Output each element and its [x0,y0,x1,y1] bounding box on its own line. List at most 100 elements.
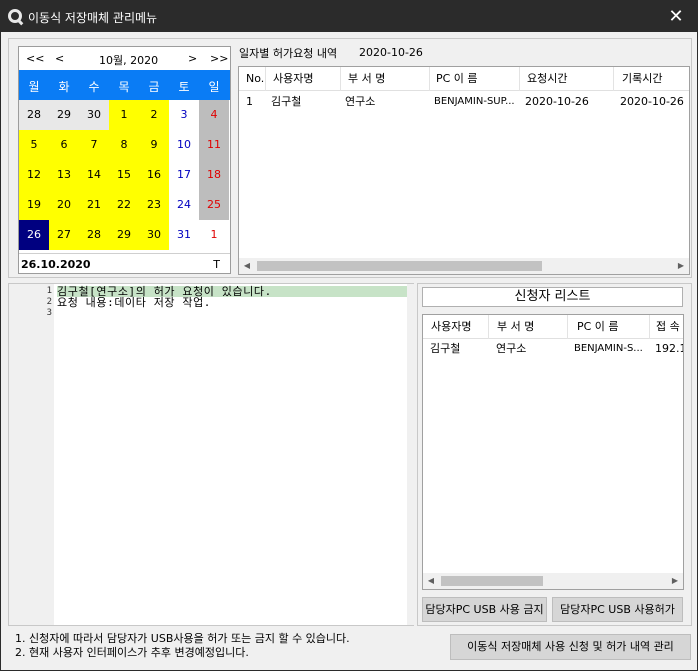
next-month-button[interactable]: > [188,52,197,65]
main-window: 이동식 저장매체 관리메뉴 ✕ << < 10월, 2020 > >> 월 화 수 목… [0,0,698,671]
column-header[interactable]: 접 속 [650,315,683,339]
calendar-day[interactable]: 4 [199,100,229,130]
today-button[interactable]: T [213,258,220,271]
selected-date: 26.10.2020 [21,258,91,271]
calendar-day[interactable]: 26 [19,220,49,250]
calendar-header: << < 10월, 2020 > >> [19,47,230,70]
column-header[interactable]: 사용자명 [266,67,341,91]
search-icon [8,9,22,23]
notes: 1. 신청자에 따라서 담당자가 USB사용을 허가 또는 금지 할 수 있습니… [15,632,350,660]
calendar-day[interactable]: 12 [19,160,49,190]
scroll-right-icon[interactable]: ▶ [669,575,681,587]
column-header[interactable]: 부 서 명 [341,67,430,91]
note-line: 1. 신청자에 따라서 담당자가 USB사용을 허가 또는 금지 할 수 있습니… [15,632,350,645]
scroll-right-icon[interactable]: ▶ [675,260,687,272]
calendar-day[interactable]: 1 [199,220,229,250]
calendar[interactable]: << < 10월, 2020 > >> 월화수목금토일 28 29 30 1 2 3 4 5 6… [18,46,231,274]
close-button[interactable]: ✕ [655,1,697,32]
column-header[interactable]: 기록시간 [614,67,689,91]
table-cell: 김구철 [271,95,302,108]
message-editor[interactable]: 1 2 3 김구철[연구소]의 허가 요청이 있습니다. 요청 내용:데이타 저… [8,283,414,626]
calendar-day[interactable]: 31 [169,220,199,250]
calendar-day[interactable]: 18 [199,160,229,190]
calendar-day[interactable]: 23 [139,190,169,220]
calendar-day[interactable]: 30 [79,100,109,130]
calendar-footer: 26.10.2020 T [19,253,230,273]
column-header[interactable]: PC 이 름 [430,67,520,91]
table-cell: 2020-10-26 [525,95,589,108]
title-bar: 이동식 저장매체 관리메뉴 ✕ [1,1,697,32]
column-header[interactable]: 요청시간 [520,67,614,91]
column-header[interactable]: PC 이 름 [568,315,650,339]
weekday-header: 월화수목금토일 [19,70,230,100]
table-cell: 연구소 [496,342,527,355]
applicant-table-header: 사용자명 부 서 명 PC 이 름 접 속 [423,315,683,339]
note-line: 2. 현재 사용자 인터페이스가 추후 변경예정입니다. [15,646,249,659]
calendar-day[interactable]: 21 [79,190,109,220]
window-title: 이동식 저장매체 관리메뉴 [28,11,158,25]
calendar-day[interactable]: 10 [169,130,199,160]
calendar-day[interactable]: 1 [109,100,139,130]
calendar-day[interactable]: 28 [79,220,109,250]
request-date: 2020-10-26 [359,46,423,59]
column-header[interactable]: No. [239,67,266,91]
table-cell: 2020-10-26 [620,95,684,108]
calendar-day[interactable]: 16 [139,160,169,190]
applicant-table[interactable]: 사용자명 부 서 명 PC 이 름 접 속 김구철 연구소 BENJAMIN-S… [422,314,684,590]
table-cell: BENJAMIN-S... [574,343,643,354]
line-number-gutter: 1 2 3 [9,284,54,625]
weekday-label: 수 [88,80,100,94]
calendar-day[interactable]: 8 [109,130,139,160]
splitter[interactable] [407,284,414,625]
table-cell: 1 [246,95,253,108]
deny-usb-button[interactable]: 담당자PC USB 사용 금지 [422,597,547,622]
line-number: 2 [46,297,52,307]
prev-month-button[interactable]: < [55,52,64,65]
horizontal-scrollbar[interactable]: ◀ ▶ [423,573,683,589]
calendar-day[interactable]: 20 [49,190,79,220]
column-header[interactable]: 사용자명 [423,315,489,339]
weekday-label: 목 [118,80,130,94]
calendar-day[interactable]: 5 [19,130,49,160]
calendar-day[interactable]: 17 [169,160,199,190]
calendar-day[interactable]: 14 [79,160,109,190]
next-year-button[interactable]: >> [210,52,228,65]
request-table[interactable]: No. 사용자명 부 서 명 PC 이 름 요청시간 기록시간 1 김구철 연구… [238,66,690,275]
scroll-thumb[interactable] [257,261,542,271]
calendar-day[interactable]: 15 [109,160,139,190]
table-cell: 연구소 [345,95,376,108]
month-label[interactable]: 10월, 2020 [99,52,158,68]
scroll-left-icon[interactable]: ◀ [241,260,253,272]
weekday-label: 금 [148,80,160,94]
calendar-day[interactable]: 24 [169,190,199,220]
calendar-day[interactable]: 13 [49,160,79,190]
column-header[interactable]: 부 서 명 [489,315,568,339]
calendar-day[interactable]: 29 [49,100,79,130]
request-list-label: 일자별 허가요청 내역 [239,47,338,60]
editor-line[interactable]: 요청 내용:데이타 저장 작업. [57,297,211,308]
calendar-day[interactable]: 22 [109,190,139,220]
calendar-day[interactable]: 11 [199,130,229,160]
line-number: 3 [46,308,52,318]
calendar-day[interactable]: 28 [19,100,49,130]
prev-year-button[interactable]: << [26,52,44,65]
scroll-left-icon[interactable]: ◀ [425,575,437,587]
calendar-day[interactable]: 7 [79,130,109,160]
weekday-label: 토 [178,80,190,94]
request-table-header: No. 사용자명 부 서 명 PC 이 름 요청시간 기록시간 [239,67,689,91]
calendar-day[interactable]: 30 [139,220,169,250]
calendar-day[interactable]: 9 [139,130,169,160]
calendar-day[interactable]: 27 [49,220,79,250]
calendar-day[interactable]: 19 [19,190,49,220]
calendar-day[interactable]: 3 [169,100,199,130]
horizontal-scrollbar[interactable]: ◀ ▶ [239,258,689,274]
allow-usb-button[interactable]: 담당자PC USB 사용허가 [552,597,683,622]
calendar-day[interactable]: 25 [199,190,229,220]
calendar-day[interactable]: 29 [109,220,139,250]
table-cell: 김구철 [430,342,461,355]
scroll-thumb[interactable] [441,576,543,586]
line-number: 1 [46,286,52,296]
history-management-button[interactable]: 이동식 저장매체 사용 신청 및 허가 내역 관리 [450,634,691,660]
calendar-day[interactable]: 2 [139,100,169,130]
calendar-day[interactable]: 6 [49,130,79,160]
